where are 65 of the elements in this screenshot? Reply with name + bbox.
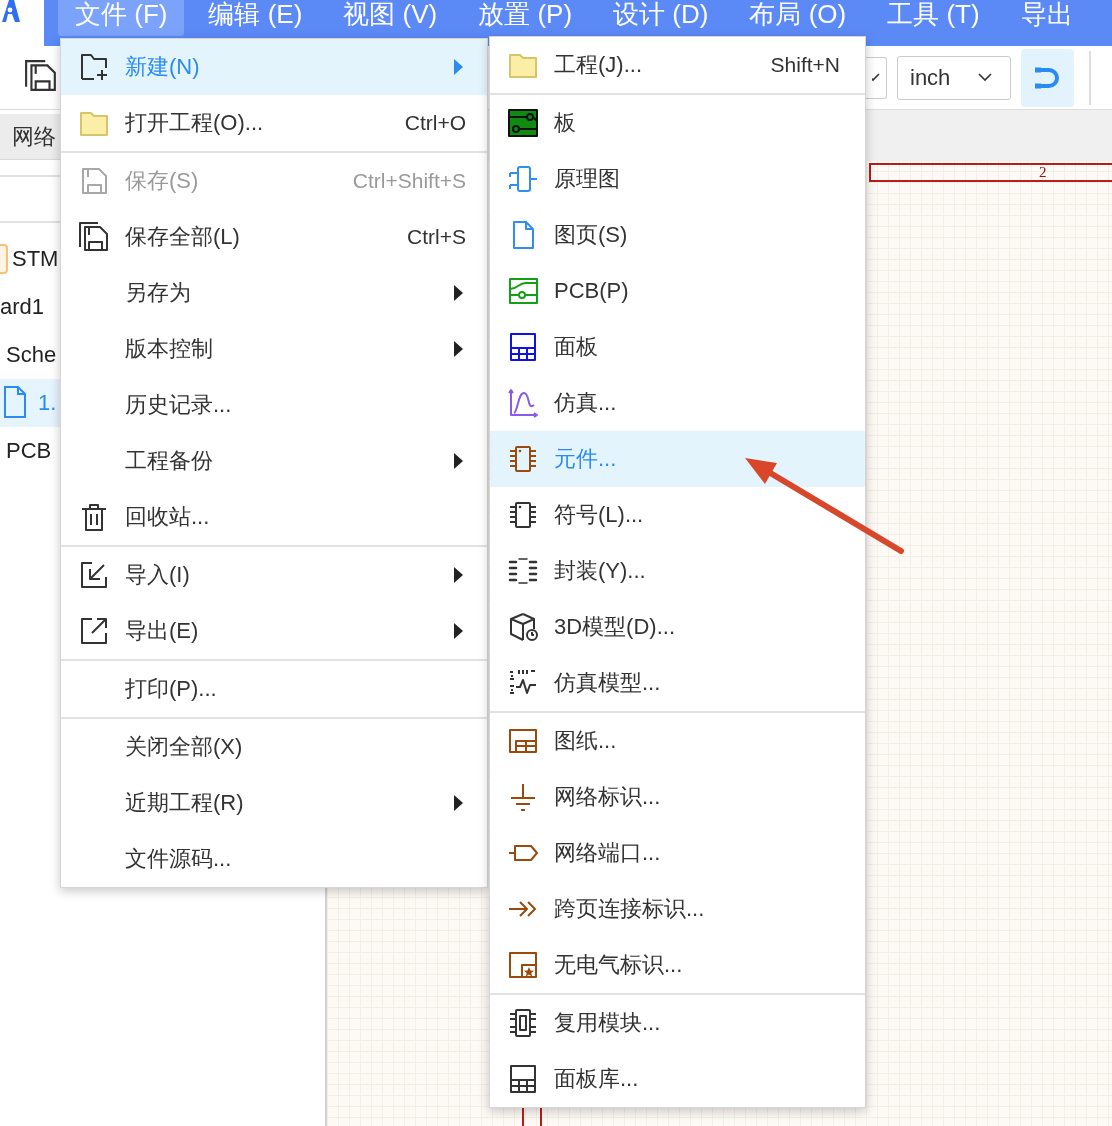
chip-icon — [507, 499, 539, 531]
import-icon — [78, 559, 110, 591]
menu-item[interactable]: 历史记录... — [61, 377, 487, 433]
menu-item[interactable]: 板 — [490, 95, 865, 151]
menu-item[interactable]: 另存为 — [61, 265, 487, 321]
menu-item[interactable]: 符号(L)... — [490, 487, 865, 543]
save-all-icon — [78, 221, 110, 253]
menu-item[interactable]: 版本控制 — [61, 321, 487, 377]
shortcut-label: Ctrl+S — [407, 225, 466, 249]
circuit-board-icon — [507, 107, 539, 139]
shortcut-label: Ctrl+O — [404, 111, 466, 135]
menu-item[interactable]: 无电气标识... — [490, 937, 865, 993]
chip-icon — [507, 443, 539, 475]
menu-item[interactable]: 仿真... — [490, 375, 865, 431]
tree-item[interactable]: ard1 — [0, 283, 60, 331]
export-icon — [78, 615, 110, 647]
zone-label: 2 — [1039, 164, 1047, 181]
project-icon — [0, 244, 8, 274]
chevron-icon — [978, 73, 992, 82]
menu-item[interactable]: 回收站... — [61, 489, 487, 545]
tree-item[interactable]: PCB — [0, 427, 60, 475]
tree-item[interactable]: STM — [0, 235, 60, 283]
menu-item[interactable]: 原理图 — [490, 151, 865, 207]
menu-item[interactable]: 图页(S) — [490, 207, 865, 263]
menu-item[interactable]: 面板 — [490, 319, 865, 375]
menu-item[interactable]: 网络标识... — [490, 769, 865, 825]
menu-item[interactable]: PCB(P) — [490, 263, 865, 319]
menu-item[interactable]: 近期工程(R) — [61, 775, 487, 831]
menu-item[interactable]: 导出(E) — [61, 603, 487, 659]
schematic-icon — [507, 163, 539, 195]
menu-item[interactable]: 封装(Y)... — [490, 543, 865, 599]
waveform-icon — [507, 387, 539, 419]
shortcut-label: Ctrl+Shift+S — [352, 169, 466, 193]
menu-item[interactable]: 跨页连接标识... — [490, 881, 865, 937]
menu-item[interactable]: 面板库... — [490, 1051, 865, 1107]
footprint-icon — [507, 555, 539, 587]
cube-icon — [507, 611, 539, 643]
menu-item[interactable]: 3D模型(D)... — [490, 599, 865, 655]
menu-item[interactable]: 打印(P)... — [61, 661, 487, 717]
menu-item[interactable]: 保存全部(L) Ctrl+S — [61, 209, 487, 265]
wire-drawing — [521, 1106, 543, 1126]
panel-icon — [507, 331, 539, 363]
chevron-icon — [872, 73, 880, 82]
star-frame-icon — [507, 949, 539, 981]
grid-icon — [507, 1063, 539, 1095]
shortcut-label: Shift+N — [770, 53, 840, 77]
menu-item[interactable]: 复用模块... — [490, 995, 865, 1051]
unit-dropdown[interactable]: inch — [897, 55, 1011, 100]
menu-item[interactable]: 仿真模型... — [490, 655, 865, 711]
file-icon — [3, 385, 27, 419]
new-folder-icon — [78, 51, 110, 83]
menu-item[interactable]: 网络端口... — [490, 825, 865, 881]
menu-item[interactable]: 关闭全部(X) — [61, 719, 487, 775]
save-all-icon[interactable] — [24, 58, 58, 93]
module-icon — [507, 1007, 539, 1039]
snap-button[interactable] — [1021, 48, 1074, 107]
tree-item[interactable]: Sche — [0, 331, 60, 379]
menu-item[interactable]: 工程(J)... Shift+N — [490, 37, 865, 93]
pcb-icon — [507, 275, 539, 307]
menu-item[interactable]: 文件源码... — [61, 831, 487, 887]
menu-item[interactable]: 工程备份 — [61, 433, 487, 489]
panel-tab[interactable]: 网络 — [0, 114, 60, 159]
menu-item[interactable]: 打开工程(O)... Ctrl+O — [61, 95, 487, 151]
menu-item[interactable]: 图纸... — [490, 713, 865, 769]
menu-item[interactable]: 导入(I) — [61, 547, 487, 603]
